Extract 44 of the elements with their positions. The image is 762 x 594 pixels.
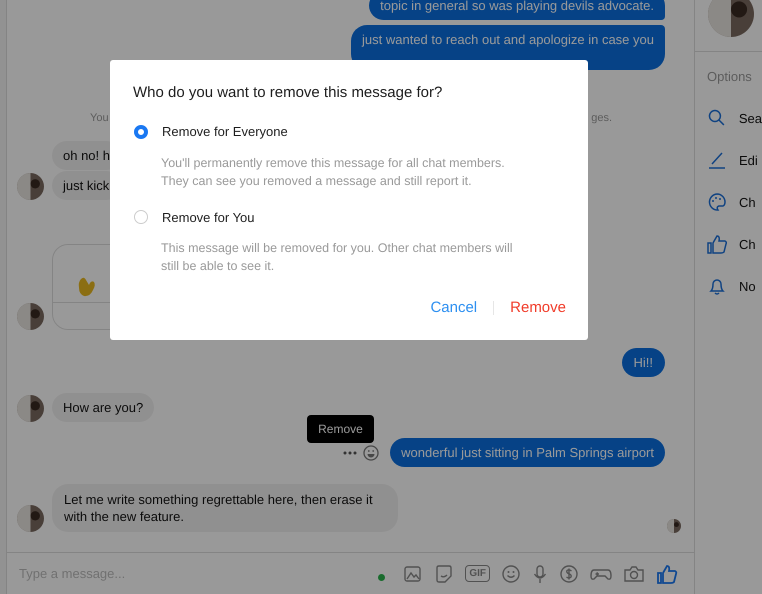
section-heading: Options [707,69,753,84]
avatar [17,173,44,200]
thumbs-up-icon[interactable] [656,562,678,584]
image-icon[interactable] [403,564,424,584]
sticker-icon[interactable] [434,564,454,584]
thumbs-up-icon [707,234,727,254]
option-label: Remove for You [162,210,255,224]
more-icon[interactable] [343,450,358,454]
avatar [17,505,44,532]
smiley-icon[interactable] [363,444,380,460]
dialog-title: Who do you want to remove this message for? [133,84,444,101]
option-description: You'll permanently remove this message for all chat members. They can see you removed a message and still report it. [161,154,506,190]
radio-button[interactable] [134,210,148,224]
radio-option[interactable]: Remove for Everyone [133,124,288,139]
avatar [667,519,681,533]
tooltip: Remove [307,414,374,442]
sidebar-item[interactable]: Edi [707,150,762,170]
sidebar-item[interactable]: No [707,276,762,296]
radio-option[interactable]: Remove for You [133,210,255,224]
message-bubble: How are you? [52,393,154,422]
option-label: Remove for Everyone [162,124,288,139]
hand-icon [77,276,97,298]
dollar-icon[interactable] [559,564,579,584]
notice-text: ges. [591,112,612,124]
pencil-icon [707,150,727,170]
smiley-icon[interactable] [501,564,521,584]
camera-icon[interactable] [623,564,645,584]
message-bubble: topic in general so was playing devils advocate. [369,0,665,20]
search-icon [707,108,727,128]
microphone-icon[interactable] [532,564,548,584]
message-bubble: Hi!! [622,348,665,377]
avatar [17,395,44,422]
message-bubble: Let me write something regrettable here, then erase it with the new feature. [52,484,398,532]
avatar [708,0,754,37]
option-description: This message will be removed for you. Other chat members will still be able to see it. [161,240,514,275]
remove-button[interactable]: Remove [510,299,566,316]
notice-text: You [90,112,109,124]
message-bubble: wonderful just sitting in Palm Springs airport [390,438,665,467]
avatar [17,303,44,330]
sidebar-item[interactable]: Ch [707,192,762,212]
sidebar-item[interactable]: Ch [707,234,762,254]
radio-button[interactable] [134,124,148,138]
sidebar-item[interactable]: Sea [707,108,762,128]
palette-icon [707,192,727,212]
